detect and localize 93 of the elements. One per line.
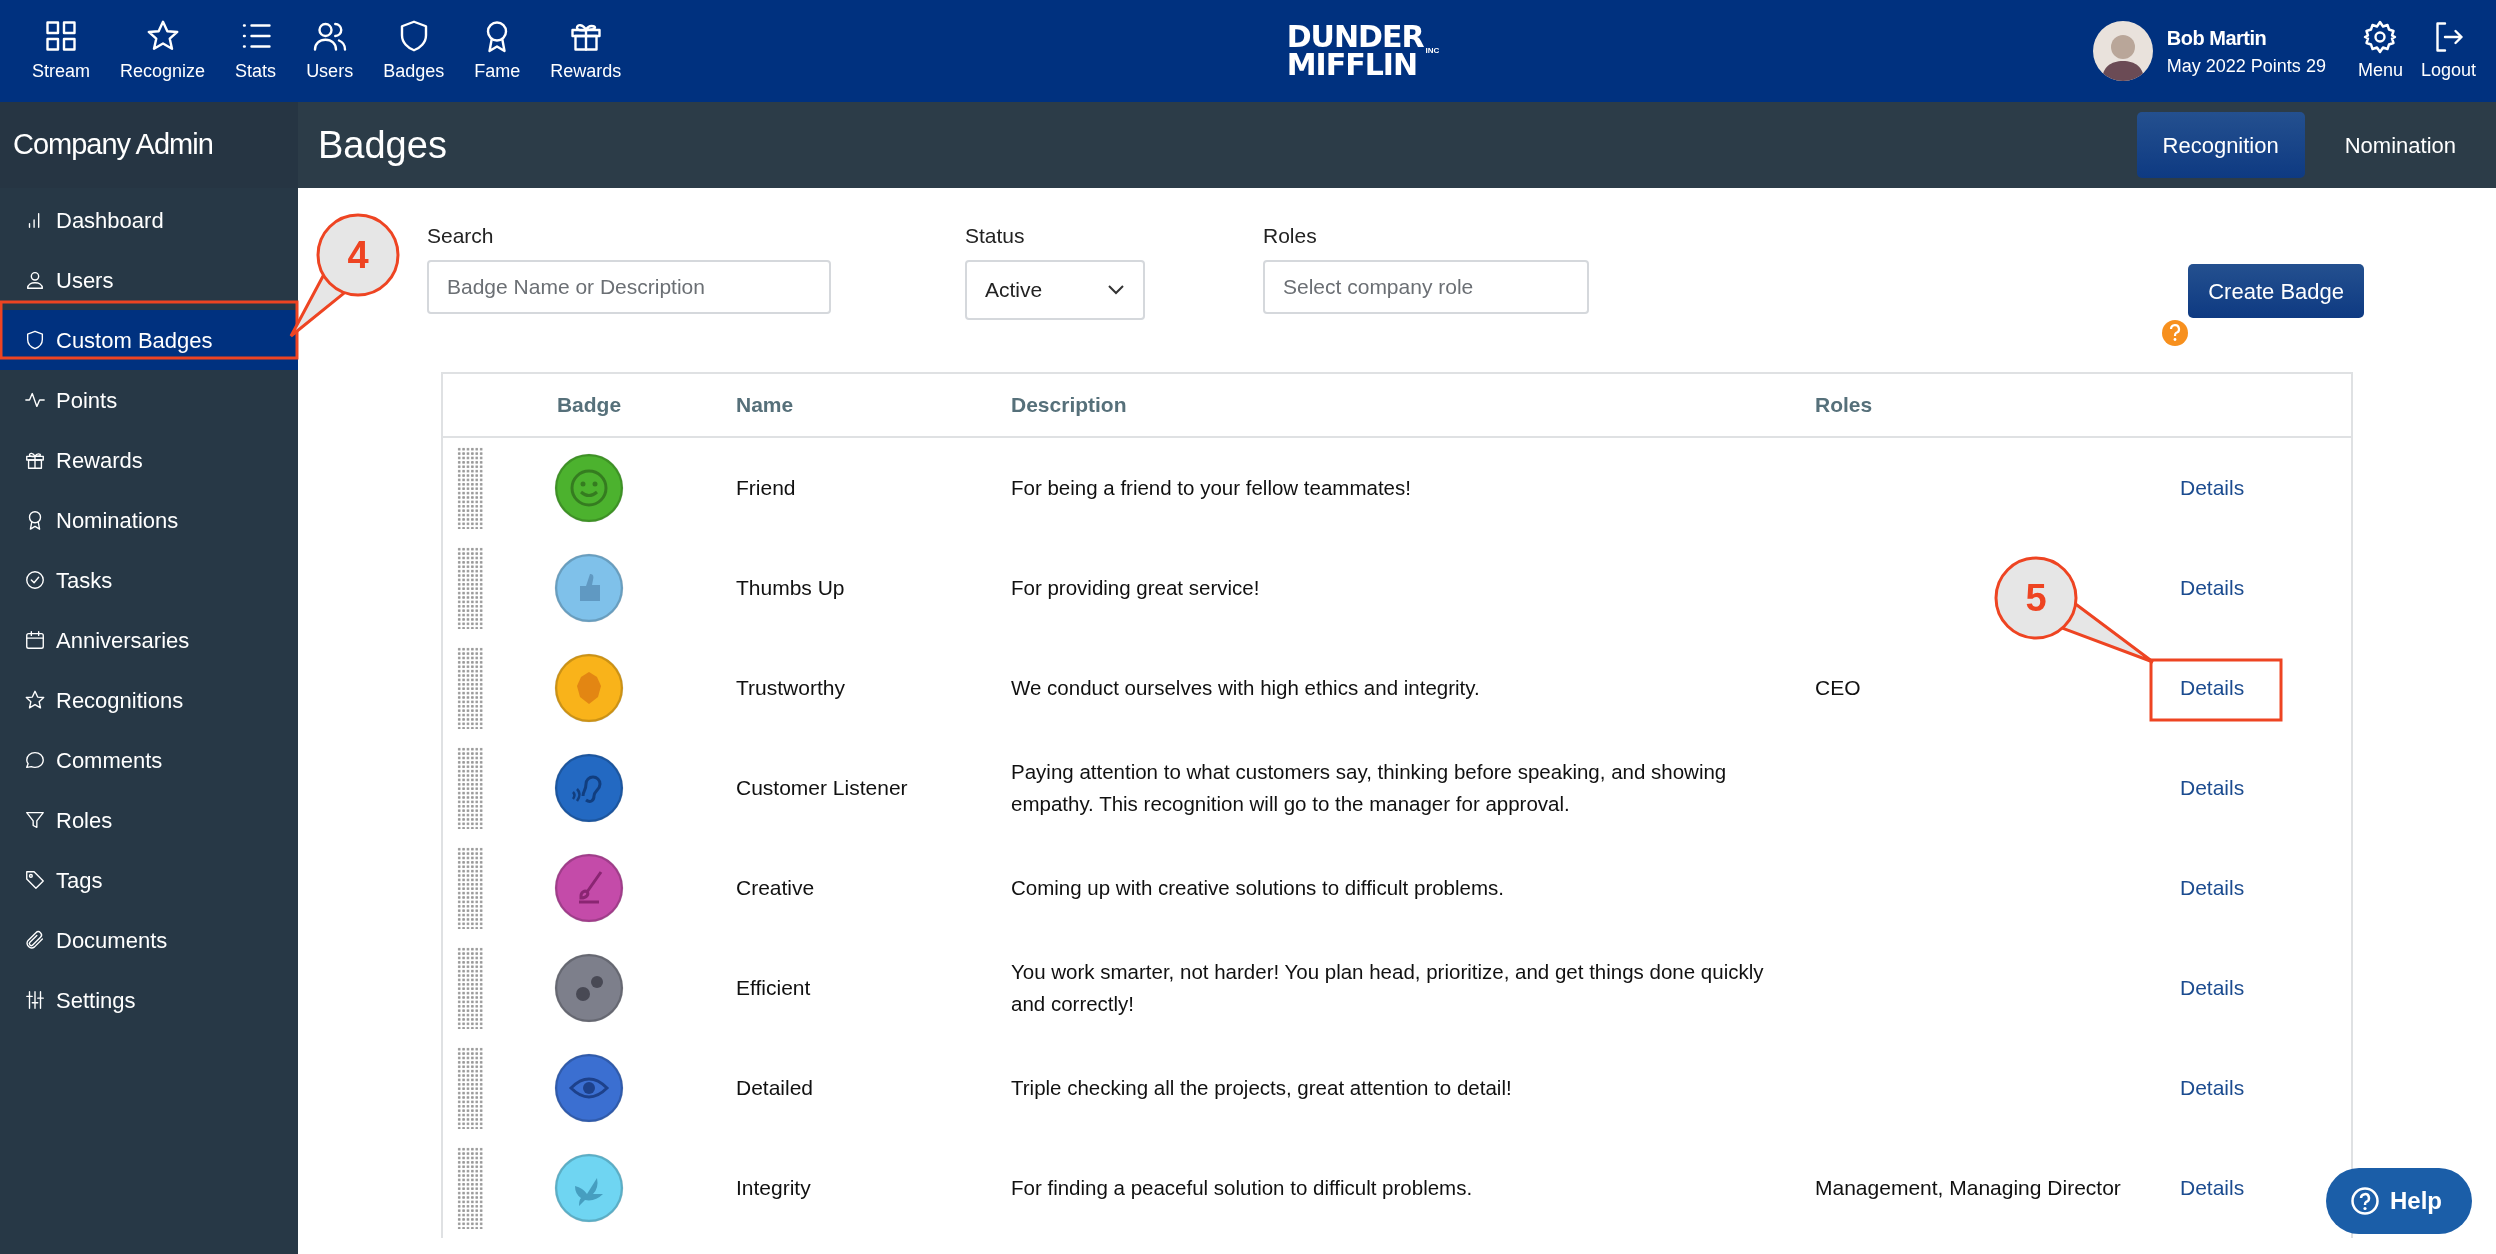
page-title: Badges — [318, 122, 448, 168]
tab[interactable]: Nomination — [2318, 112, 2482, 178]
badge-description: Triple checking all the projects, great attention to detail! — [1011, 1075, 1512, 1099]
drag-handle-icon[interactable] — [457, 846, 483, 929]
badge-name: Customer Listener — [736, 775, 908, 799]
nav-item[interactable]: Rewards — [538, 17, 634, 85]
sidebar-item[interactable]: Comments — [0, 730, 298, 790]
drag-handle-icon[interactable] — [457, 646, 483, 729]
badge-description: Coming up with creative solutions to difficult problems. — [1011, 875, 1504, 899]
check-circle-icon — [24, 569, 46, 591]
logout-button[interactable]: Logout — [2420, 18, 2476, 84]
column-header: Badge — [556, 392, 622, 416]
logo-text: DUNDER — [1286, 22, 1424, 51]
shield-icon — [24, 329, 46, 351]
nav-item[interactable]: Recognize — [108, 17, 218, 85]
sidebar-item[interactable]: Nominations — [0, 490, 298, 550]
settings-icon — [2362, 18, 2399, 55]
nav-item[interactable]: Fame — [462, 17, 533, 85]
sidebar-item[interactable]: Tasks — [0, 550, 298, 610]
sidebar-item[interactable]: Dashboard — [0, 190, 298, 250]
nav-item[interactable]: Badges — [371, 17, 457, 85]
badge-name: Detailed — [736, 1075, 814, 1099]
tab[interactable]: Recognition — [2136, 112, 2305, 178]
help-icon[interactable] — [2162, 320, 2189, 346]
details-link[interactable]: Details — [2180, 975, 2245, 999]
badge-description: We conduct ourselves with high ethics and integrity. — [1011, 675, 1480, 699]
drag-handle-icon[interactable] — [457, 746, 483, 829]
filter-icon — [24, 809, 46, 831]
drag-handle-icon[interactable] — [457, 546, 483, 629]
column-header: Description — [1011, 392, 1127, 416]
nav-item[interactable]: Stats — [223, 17, 289, 85]
calendar-icon — [24, 629, 46, 651]
badge-name: Creative — [736, 875, 815, 899]
badge-roles: Management, Managing Director — [1815, 1175, 2121, 1199]
details-link[interactable]: Details — [2180, 1075, 2245, 1099]
roles-field[interactable]: Select company role — [1263, 259, 1589, 314]
sidebar-item[interactable]: Rewards — [0, 430, 298, 490]
badge-name: Efficient — [736, 975, 811, 999]
details-link[interactable]: Details — [2180, 475, 2245, 499]
sidebar-item[interactable]: Settings — [0, 970, 298, 1030]
badge-description: Paying attention to what customers say, thinking before speaking, and showing empathy. This recognition will go to the manager for approval. — [1011, 759, 1727, 815]
badge-description: For being a friend to your fellow teammates! — [1011, 475, 1411, 499]
paperclip-icon — [24, 929, 46, 951]
drag-handle-icon[interactable] — [457, 1046, 483, 1129]
badge-description: For finding a peaceful solution to difficult problems. — [1011, 1175, 1473, 1199]
speech-bubble-icon — [24, 749, 46, 771]
user-points: May 2022 Points 29 — [2166, 54, 2326, 78]
search-field[interactable]: Badge Name or Description — [427, 259, 831, 314]
drag-handle-icon[interactable] — [457, 446, 483, 529]
sidebar-item[interactable]: Custom Badges — [0, 310, 298, 370]
nav-item[interactable]: Stream — [20, 17, 103, 85]
details-link[interactable]: Details — [2180, 875, 2245, 899]
sliders-icon — [24, 989, 46, 1011]
sidebar-item[interactable]: Tags — [0, 850, 298, 910]
sidebar-item[interactable]: Points — [0, 370, 298, 430]
column-header: Roles — [1815, 392, 1873, 416]
badge-description: You work smarter, not harder! You plan head, prioritize, and get things done quickly and correctly! — [1011, 959, 1764, 1015]
create-badge-button[interactable]: Create Badge — [2188, 264, 2364, 318]
sidebar-item[interactable]: Documents — [0, 910, 298, 970]
field-label: Search — [427, 223, 495, 249]
sidebar-item[interactable]: Roles — [0, 790, 298, 850]
details-link[interactable]: Details — [2180, 675, 2245, 699]
help-icon — [2350, 1186, 2380, 1216]
badge-name: Trustworthy — [736, 675, 845, 699]
sidebar-item[interactable]: Users — [0, 250, 298, 310]
help-button[interactable]: Help — [2326, 1168, 2472, 1234]
badge-name: Friend — [736, 475, 796, 499]
drag-handle-icon[interactable] — [457, 1146, 483, 1229]
nav-item[interactable]: Users — [294, 17, 366, 85]
user-name: Bob Martin — [2166, 25, 2268, 51]
callout-number: 5 — [2025, 577, 2047, 619]
field-label: Roles — [1263, 223, 1318, 249]
callout-number: 4 — [347, 234, 369, 276]
badge-roles: CEO — [1815, 675, 1861, 699]
star-icon — [24, 689, 46, 711]
details-link[interactable]: Details — [2180, 1175, 2245, 1199]
logo-text: MIFFLIN — [1286, 51, 1419, 80]
column-header: Name — [736, 392, 794, 416]
drag-handle-icon[interactable] — [457, 946, 483, 1029]
person-icon — [24, 269, 46, 291]
tag-icon — [24, 869, 46, 891]
status-dropdown[interactable]: Active — [965, 259, 1145, 320]
details-link[interactable]: Details — [2180, 575, 2245, 599]
caret-icon — [1107, 283, 1125, 296]
badge-name: Thumbs Up — [736, 575, 845, 599]
sidebar-item[interactable]: Recognitions — [0, 670, 298, 730]
details-link[interactable]: Details — [2180, 775, 2245, 799]
badge-description: For providing great service! — [1011, 575, 1260, 599]
badge-name: Integrity — [736, 1175, 811, 1199]
logo-suffix: INC — [1425, 45, 1440, 57]
menu-button[interactable]: Menu — [2357, 18, 2403, 84]
field-label: Status — [965, 223, 1026, 249]
sidebar-item[interactable]: Anniversaries — [0, 610, 298, 670]
